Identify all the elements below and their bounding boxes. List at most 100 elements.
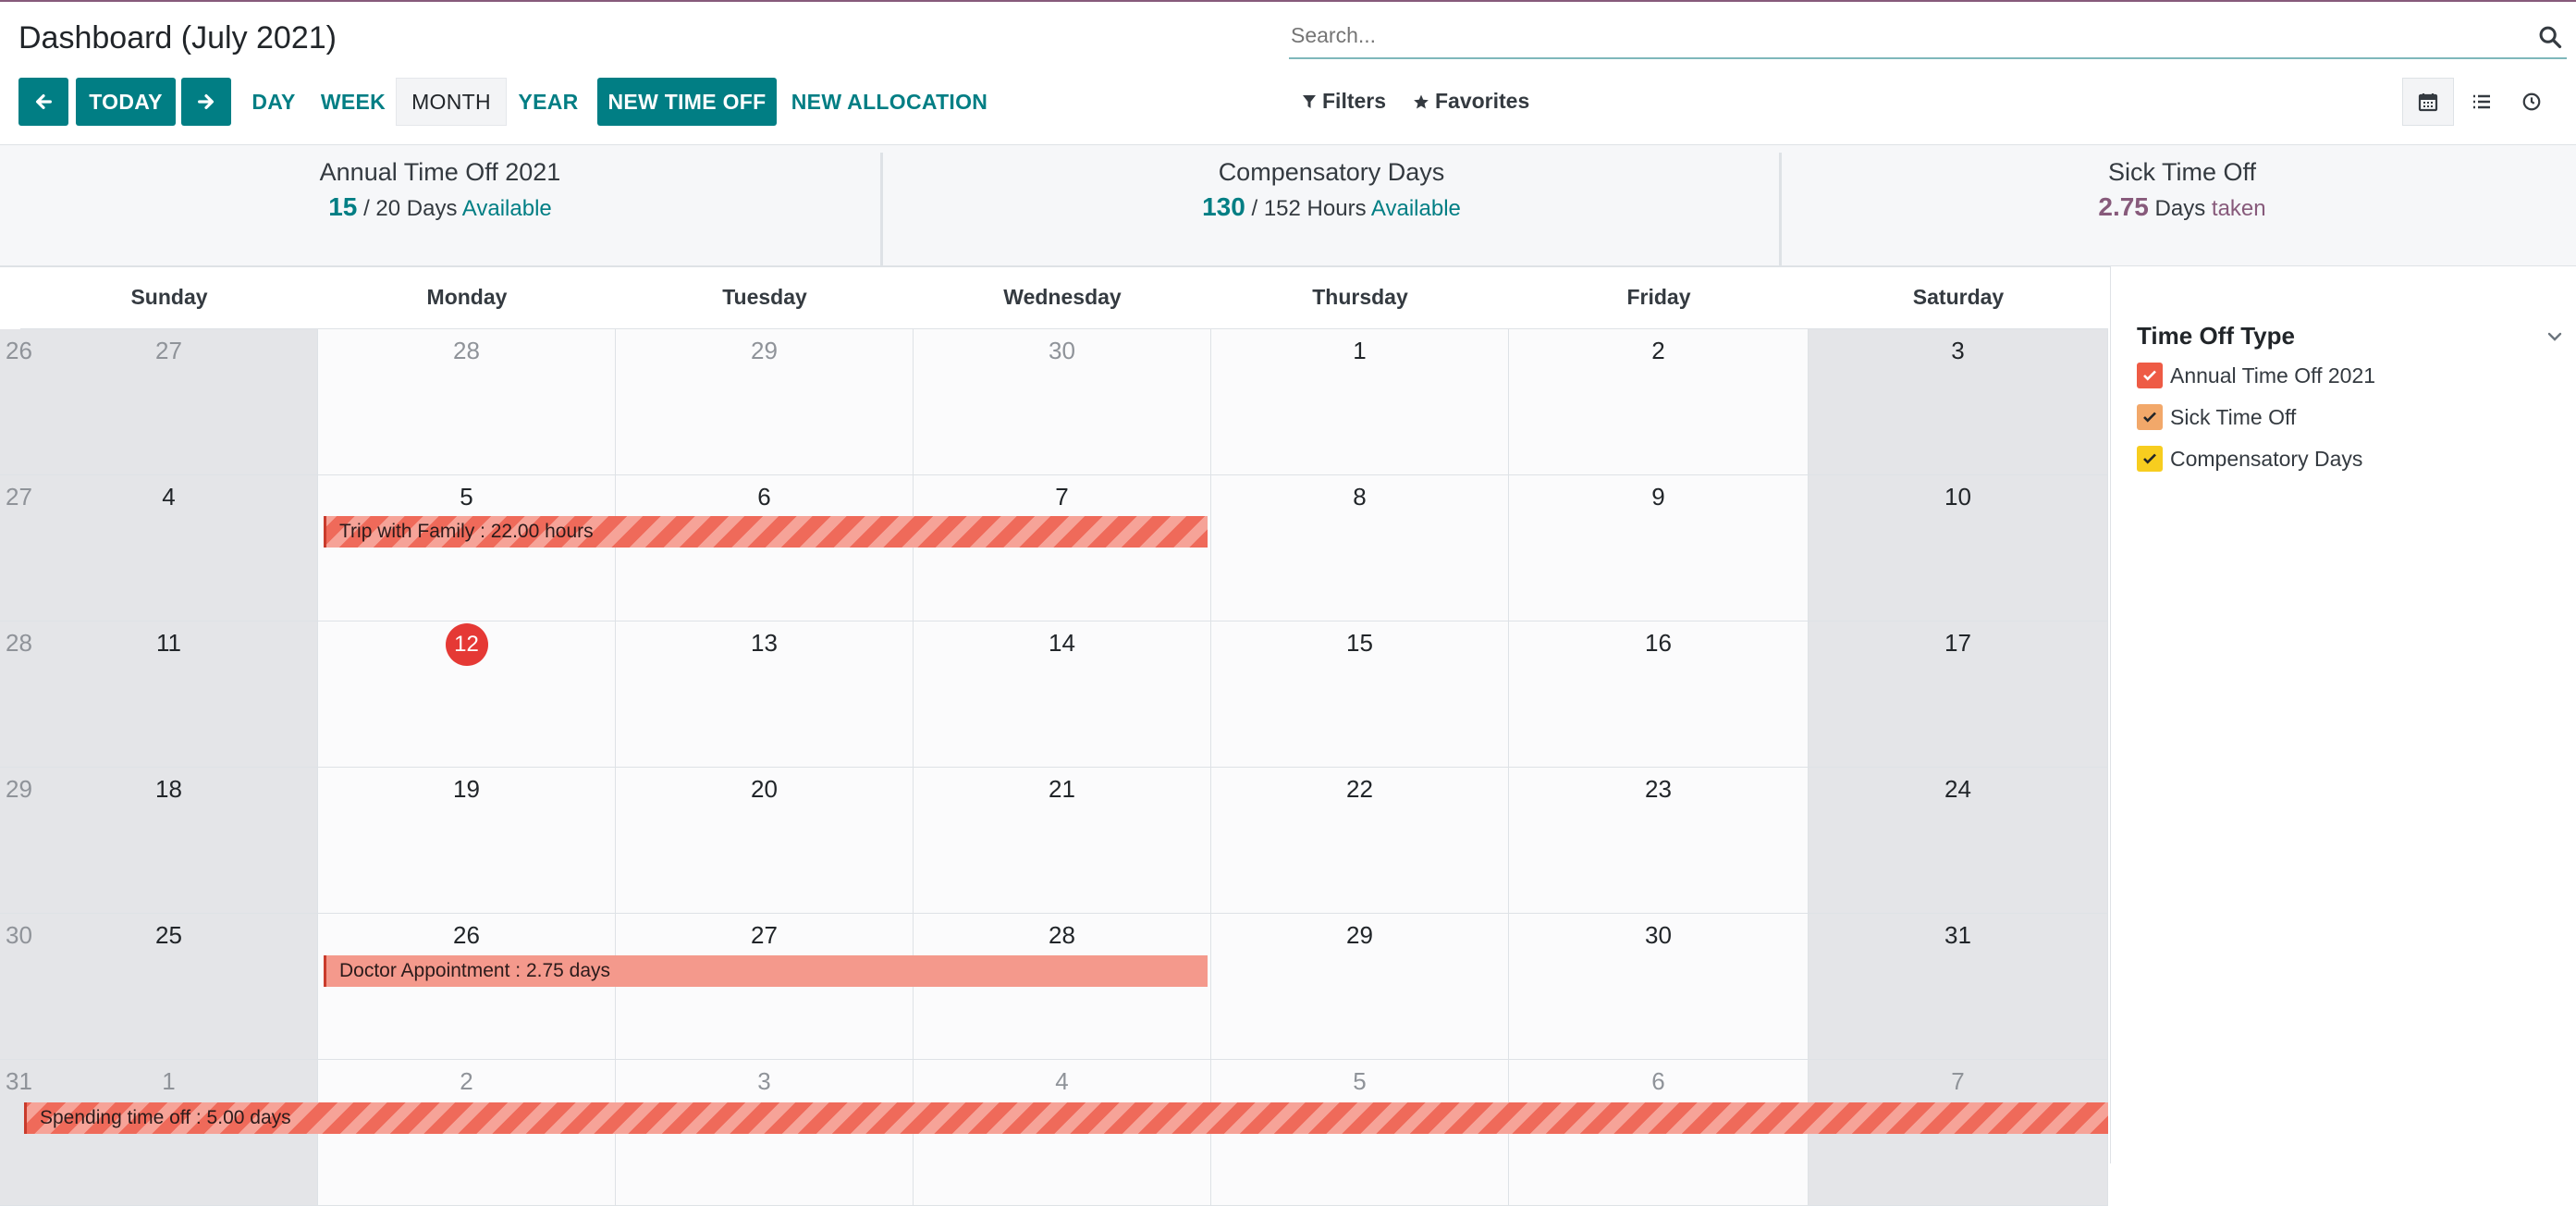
calendar-day-cell[interactable]: 24 [1809,768,2108,914]
list-view-button[interactable] [2456,78,2508,126]
list-icon [2473,94,2490,109]
calendar-day-cell[interactable]: 30 [1509,914,1809,1060]
day-number: 11 [156,629,181,657]
calendar-event[interactable]: Trip with Family : 22.00 hours [324,516,1208,548]
calendar-day-cell[interactable]: 26 [318,914,616,1060]
calendar-day-cell[interactable]: 4 [20,475,318,621]
arrow-left-icon [35,93,52,110]
calendar-day-cell[interactable]: 13 [616,621,914,768]
week-number: 26 [6,337,32,364]
filter-item-annual[interactable]: Annual Time Off 2021 [2137,363,2375,388]
day-number: 2 [1651,337,1665,364]
star-icon [1414,94,1429,108]
day-number: 31 [1944,921,1971,949]
calendar-day-cell[interactable]: 25 [20,914,318,1060]
filter-item-sick[interactable]: Sick Time Off [2137,404,2296,430]
stat-unit: Days [2154,196,2206,221]
today-button[interactable]: TODAY [76,78,176,126]
calendar-day-cell[interactable]: 11 [20,621,318,768]
favorites-label: Favorites [1435,89,1530,113]
week-number: 30 [6,921,32,949]
day-number: 25 [155,921,182,949]
page-title: Dashboard (July 2021) [18,20,337,55]
day-number: 5 [460,483,473,511]
calendar-day-cell[interactable]: 7 [914,475,1211,621]
time-off-summary: Annual Time Off 2021 15 / 20 Days Availa… [0,144,2576,267]
calendar-day-cell[interactable]: 12 [318,621,616,768]
stat-annual-time-off: Annual Time Off 2021 15 / 20 Days Availa… [0,145,880,265]
calendar-day-cell[interactable]: 2 [1509,329,1809,475]
calendar-day-cell[interactable]: 21 [914,768,1211,914]
day-number: 23 [1645,775,1672,803]
calendar-day-cell[interactable]: 16 [1509,621,1809,768]
favorites-button[interactable]: Favorites [1413,89,1529,114]
calendar-day-cell[interactable]: 20 [616,768,914,914]
calendar-day-cell[interactable]: 8 [1211,475,1509,621]
day-number: 19 [453,775,480,803]
scale-week-button[interactable]: WEEK [316,78,390,126]
stat-value: 2.75 [2098,192,2149,221]
week-number: 27 [6,483,32,511]
weekday-header: Saturday [1809,266,2108,329]
calendar-day-cell[interactable]: 15 [1211,621,1509,768]
calendar-day-cell[interactable]: 3 [1809,329,2108,475]
calendar-day-cell[interactable]: 28 [914,914,1211,1060]
week-number: 29 [6,775,32,803]
stat-sick-time-off: Sick Time Off 2.75 Days taken [1782,145,2576,265]
checkbox-checked-icon[interactable] [2137,363,2163,388]
top-accent-line [0,0,2576,2]
checkbox-checked-icon[interactable] [2137,446,2163,472]
day-number: 5 [1353,1067,1367,1095]
scale-day-button[interactable]: DAY [244,78,303,126]
calendar-day-cell[interactable]: 22 [1211,768,1509,914]
filter-icon [1303,94,1316,108]
weekday-header: Tuesday [616,266,914,329]
calendar-day-cell[interactable]: 19 [318,768,616,914]
calendar-day-cell[interactable]: 23 [1509,768,1809,914]
calendar-event[interactable]: Doctor Appointment : 2.75 days [324,955,1208,987]
day-number: 20 [751,775,778,803]
stat-name: Annual Time Off 2021 [319,158,561,186]
calendar-day-cell[interactable]: 17 [1809,621,2108,768]
calendar-day-cell[interactable]: 27 [20,329,318,475]
checkbox-checked-icon[interactable] [2137,404,2163,430]
day-number: 10 [1944,483,1971,511]
weekday-header: Thursday [1211,266,1509,329]
calendar-view-button[interactable] [2402,78,2454,126]
calendar-day-cell[interactable]: 29 [616,329,914,475]
day-number: 6 [1651,1067,1665,1095]
calendar-day-cell[interactable]: 30 [914,329,1211,475]
scale-month-button[interactable]: MONTH [396,78,507,126]
calendar-day-cell[interactable]: 27 [616,914,914,1060]
month-calendar: Sunday Monday Tuesday Wednesday Thursday… [0,266,2108,1206]
chevron-down-icon[interactable] [2544,326,2566,348]
day-number: 17 [1944,629,1971,657]
scale-year-button[interactable]: YEAR [514,78,583,126]
day-number: 13 [751,629,778,657]
day-number: 1 [162,1067,176,1095]
calendar-day-cell[interactable]: 1 [1211,329,1509,475]
calendar-day-cell[interactable]: 31 [1809,914,2108,1060]
calendar-day-cell[interactable]: 14 [914,621,1211,768]
day-number: 29 [1346,921,1373,949]
calendar-day-cell[interactable]: 5 [318,475,616,621]
filters-button[interactable]: Filters [1302,89,1386,114]
calendar-day-cell[interactable]: 29 [1211,914,1509,1060]
previous-button[interactable] [18,78,68,126]
day-number: 4 [1055,1067,1069,1095]
calendar-day-cell[interactable]: 28 [318,329,616,475]
calendar-day-cell[interactable]: 18 [20,768,318,914]
next-button[interactable] [181,78,231,126]
calendar-day-cell[interactable]: 10 [1809,475,2108,621]
calendar-event[interactable]: Spending time off : 5.00 days [24,1102,2108,1134]
search-icon[interactable] [2537,24,2563,50]
activity-view-button[interactable] [2506,78,2558,126]
new-time-off-button[interactable]: NEW TIME OFF [597,78,777,126]
day-number: 24 [1944,775,1971,803]
filter-item-compensatory[interactable]: Compensatory Days [2137,446,2362,472]
calendar-icon [2418,93,2438,112]
search-input[interactable] [1289,17,2493,54]
new-allocation-button[interactable]: NEW ALLOCATION [790,78,989,126]
calendar-day-cell[interactable]: 9 [1509,475,1809,621]
calendar-day-cell[interactable]: 6 [616,475,914,621]
